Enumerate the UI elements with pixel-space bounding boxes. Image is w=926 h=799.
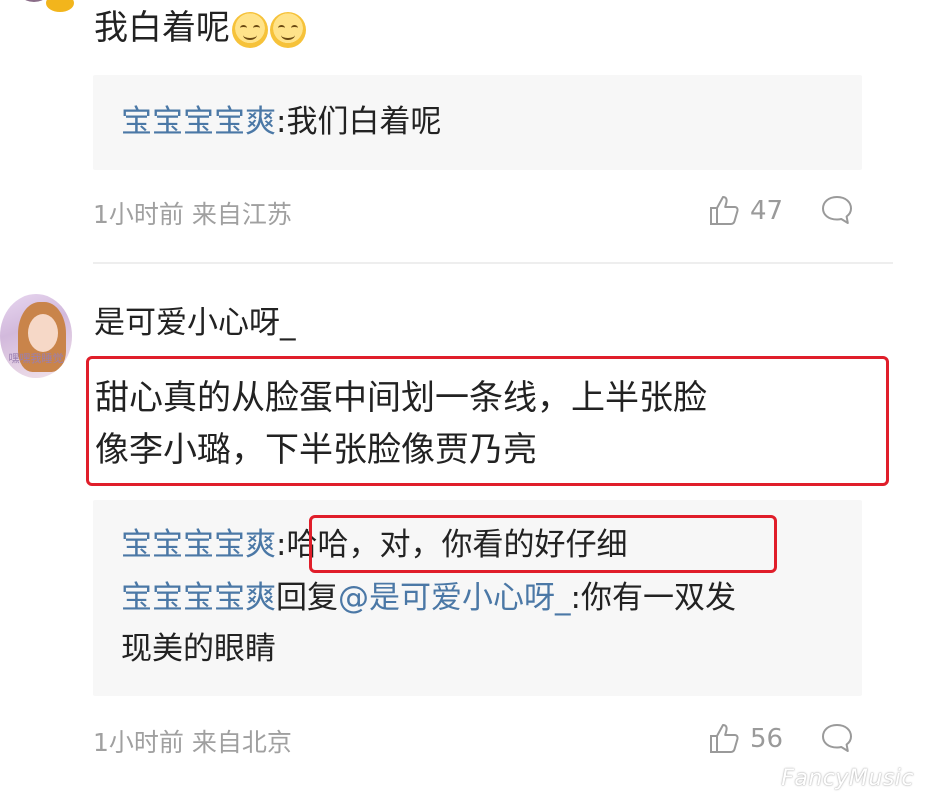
comment-text: 我白着呢 xyxy=(94,4,306,52)
comment-time: 1小时前 xyxy=(93,728,184,757)
comment-icon[interactable] xyxy=(820,194,854,226)
like-icon[interactable] xyxy=(708,722,742,754)
mention-link[interactable]: @是可爱小心呀_ xyxy=(338,580,571,616)
comment-icon[interactable] xyxy=(820,722,854,754)
comment-location: 来自江苏 xyxy=(191,200,292,229)
reply-line: 宝宝宝宝爽:我们白着呢 xyxy=(121,104,442,140)
comment-meta: 1小时前 来自北京 xyxy=(93,723,292,759)
reply-username-link[interactable]: 宝宝宝宝爽 xyxy=(121,527,276,563)
avatar-caption: 嘿嘿我睡觉 xyxy=(8,352,64,365)
reply-username-link[interactable]: 宝宝宝宝爽 xyxy=(121,580,276,616)
highlight-box xyxy=(309,515,777,573)
like-count: 47 xyxy=(750,196,784,226)
like-icon[interactable] xyxy=(708,194,742,226)
reply-line: 宝宝宝宝爽回复@是可爱小心呀_:你有一双发 xyxy=(121,580,736,616)
reply-box[interactable]: 宝宝宝宝爽:我们白着呢 xyxy=(93,75,862,170)
like-count: 56 xyxy=(750,724,784,754)
comment-meta: 1小时前 来自江苏 xyxy=(93,195,292,231)
reply-line: 现美的眼睛 xyxy=(121,631,276,667)
blush-emoji-icon xyxy=(270,11,306,48)
comment-username[interactable]: 是可爱小心呀_ xyxy=(94,302,296,344)
comment-location: 来自北京 xyxy=(191,728,292,757)
comment-time: 1小时前 xyxy=(93,200,184,229)
comment-text: 甜心真的从脸蛋中间划一条线，上半张脸 像李小璐，下半张脸像贾乃亮 xyxy=(95,378,707,470)
vip-badge-icon xyxy=(44,0,76,14)
blush-emoji-icon xyxy=(232,11,268,48)
divider xyxy=(93,262,893,264)
reply-username-link[interactable]: 宝宝宝宝爽 xyxy=(121,104,276,140)
avatar[interactable]: 嘿嘿我睡觉 xyxy=(0,294,72,378)
watermark: FancyMusic xyxy=(781,766,914,791)
